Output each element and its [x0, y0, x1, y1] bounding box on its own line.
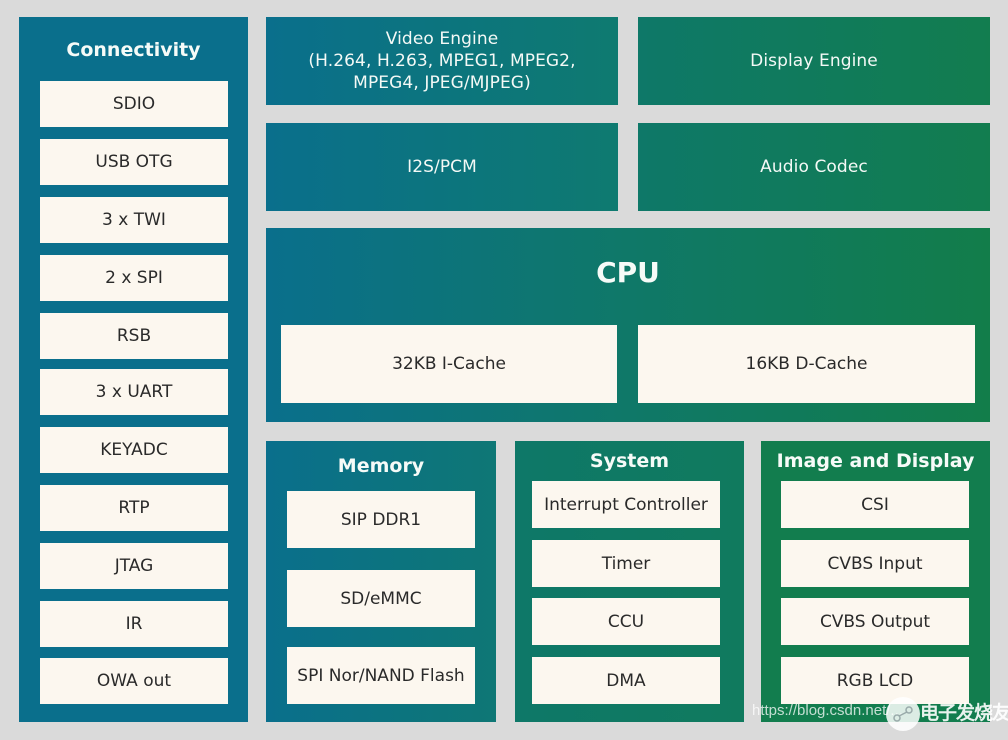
video-engine-codecs-line2: MPEG4, JPEG/MJPEG) [353, 73, 531, 93]
i2s-pcm-block: I2S/PCM [266, 123, 618, 211]
dcache-cell: 16KB D-Cache [638, 325, 975, 403]
connectivity-item: IR [40, 601, 228, 647]
image-display-item: CSI [781, 481, 969, 528]
video-engine-block: Video Engine (H.264, H.263, MPEG1, MPEG2… [266, 17, 618, 105]
system-title: System [589, 450, 670, 472]
system-item: CCU [532, 598, 720, 645]
image-display-item: RGB LCD [781, 657, 969, 704]
memory-item: SPI Nor/NAND Flash [287, 647, 475, 704]
audio-codec-block: Audio Codec [638, 123, 990, 211]
circuit-logo-icon [886, 697, 920, 731]
connectivity-item: RSB [40, 313, 228, 359]
memory-item: SD/eMMC [287, 570, 475, 627]
connectivity-item: 3 x TWI [40, 197, 228, 243]
connectivity-item: SDIO [40, 81, 228, 127]
cpu-block: CPU 32KB I-Cache 16KB D-Cache [266, 228, 990, 422]
connectivity-item: 2 x SPI [40, 255, 228, 301]
connectivity-item: USB OTG [40, 139, 228, 185]
image-display-item: CVBS Output [781, 598, 969, 645]
system-item: DMA [532, 657, 720, 704]
connectivity-item: OWA out [40, 658, 228, 704]
icache-cell: 32KB I-Cache [281, 325, 617, 403]
image-display-title: Image and Display [776, 450, 975, 472]
memory-item: SIP DDR1 [287, 491, 475, 548]
i2s-pcm-label: I2S/PCM [407, 157, 477, 177]
cpu-title: CPU [596, 256, 660, 289]
image-display-block: Image and Display CSI CVBS Input CVBS Ou… [761, 441, 990, 722]
display-engine-label: Display Engine [750, 51, 878, 71]
connectivity-title: Connectivity [66, 39, 201, 61]
connectivity-item: KEYADC [40, 427, 228, 473]
system-item: Interrupt Controller [532, 481, 720, 528]
watermark-url: https://blog.csdn.net/... [752, 702, 903, 719]
connectivity-block: Connectivity SDIO USB OTG 3 x TWI 2 x SP… [19, 17, 248, 722]
memory-title: Memory [337, 455, 425, 477]
system-block: System Interrupt Controller Timer CCU DM… [515, 441, 744, 722]
connectivity-item: RTP [40, 485, 228, 531]
connectivity-item: JTAG [40, 543, 228, 589]
connectivity-item: 3 x UART [40, 369, 228, 415]
video-engine-title: Video Engine [385, 29, 499, 49]
system-item: Timer [532, 540, 720, 587]
display-engine-block: Display Engine [638, 17, 990, 105]
image-display-item: CVBS Input [781, 540, 969, 587]
memory-block: Memory SIP DDR1 SD/eMMC SPI Nor/NAND Fla… [266, 441, 496, 722]
audio-codec-label: Audio Codec [760, 157, 868, 177]
video-engine-codecs-line1: (H.264, H.263, MPEG1, MPEG2, [308, 51, 576, 71]
watermark-brand: 电子发烧友 [920, 702, 1008, 724]
